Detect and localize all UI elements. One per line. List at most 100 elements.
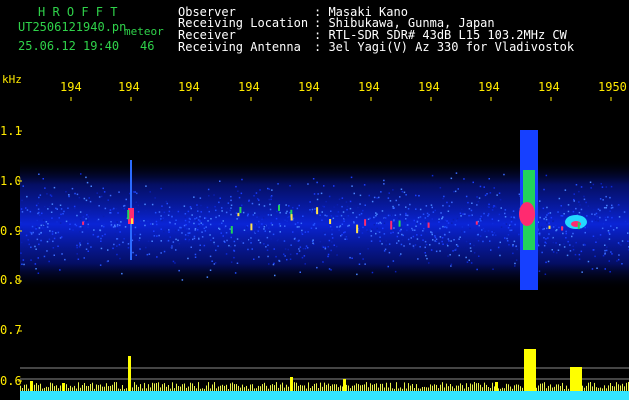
noise-speckle — [90, 246, 92, 248]
intensity-spike — [186, 387, 187, 391]
minor-echo — [250, 223, 253, 231]
noise-speckle — [132, 191, 135, 193]
noise-speckle — [301, 233, 304, 235]
noise-speckle — [548, 233, 550, 235]
noise-speckle — [246, 226, 248, 228]
intensity-spike — [494, 386, 495, 391]
intensity-spike — [390, 382, 391, 391]
noise-speckle — [93, 229, 95, 231]
noise-speckle — [358, 214, 361, 216]
noise-speckle — [599, 234, 602, 236]
noise-speckle — [228, 244, 230, 247]
noise-speckle — [612, 229, 615, 231]
intensity-spike — [480, 384, 481, 391]
noise-speckle — [323, 205, 325, 208]
intensity-spike — [286, 384, 287, 391]
noise-speckle — [330, 269, 332, 271]
intensity-spike — [280, 384, 281, 391]
noise-speckle — [287, 216, 289, 219]
intensity-spike — [486, 384, 487, 391]
noise-speckle — [510, 216, 513, 218]
noise-speckle — [98, 205, 100, 207]
noise-speckle — [196, 232, 199, 234]
noise-speckle — [333, 206, 335, 208]
intensity-spike — [132, 387, 133, 391]
noise-speckle — [112, 208, 114, 211]
noise-speckle — [311, 208, 314, 211]
noise-speckle — [431, 218, 433, 220]
noise-speckle — [65, 191, 67, 193]
intensity-spike — [24, 384, 25, 391]
intensity-spike — [264, 382, 265, 391]
noise-speckle — [405, 206, 407, 208]
noise-speckle — [425, 232, 427, 234]
noise-speckle — [611, 204, 613, 207]
intensity-spike — [522, 387, 523, 391]
noise-speckle — [96, 236, 99, 238]
noise-speckle — [416, 220, 419, 223]
noise-speckle — [412, 229, 414, 231]
noise-speckle — [49, 230, 51, 232]
noise-speckle — [193, 222, 195, 225]
intensity-spikes — [20, 349, 629, 391]
noise-speckle — [438, 218, 440, 220]
intensity-spike — [566, 385, 567, 391]
noise-speckle — [251, 248, 253, 250]
noise-speckle — [183, 205, 186, 207]
noise-speckle — [110, 223, 113, 226]
noise-speckle — [225, 232, 228, 234]
noise-speckle — [26, 209, 29, 211]
noise-speckle — [312, 242, 314, 244]
intensity-spike — [438, 388, 439, 391]
noise-speckle — [240, 192, 243, 195]
intensity-spike — [252, 384, 253, 391]
noise-speckle — [344, 217, 346, 219]
noise-speckle — [327, 246, 329, 248]
noise-speckle — [421, 223, 423, 225]
intensity-spike — [104, 386, 105, 391]
noise-speckle — [552, 220, 555, 222]
noise-speckle — [259, 223, 261, 225]
intensity-spike — [624, 386, 625, 391]
intensity-spike — [296, 382, 297, 391]
noise-speckle — [448, 231, 451, 233]
noise-speckle — [120, 207, 123, 209]
noise-speckle — [363, 184, 366, 186]
noise-speckle — [354, 228, 356, 230]
noise-speckle — [451, 222, 453, 224]
intensity-spike — [316, 383, 317, 391]
noise-speckle — [171, 210, 174, 212]
noise-speckle — [182, 228, 184, 230]
noise-speckle — [51, 236, 53, 239]
noise-speckle — [358, 229, 360, 232]
noise-speckle — [341, 205, 343, 208]
noise-speckle — [458, 254, 460, 257]
noise-speckle — [114, 233, 117, 235]
intensity-spike — [548, 385, 549, 391]
noise-speckle — [218, 215, 220, 217]
noise-speckle — [57, 245, 59, 247]
noise-speckle — [65, 220, 68, 223]
noise-speckle — [208, 195, 210, 197]
noise-speckle — [319, 240, 322, 243]
intensity-spike — [228, 389, 229, 391]
noise-speckle — [541, 226, 543, 229]
noise-speckle — [366, 229, 368, 231]
noise-speckle — [493, 232, 496, 234]
noise-speckle — [55, 207, 57, 210]
noise-speckle — [371, 200, 374, 203]
noise-speckle — [35, 226, 38, 228]
intensity-spike — [208, 382, 209, 391]
noise-speckle — [476, 204, 478, 206]
noise-speckle — [451, 201, 453, 204]
noise-speckle — [188, 217, 191, 220]
noise-speckle — [551, 249, 553, 251]
noise-speckle — [435, 238, 438, 240]
noise-speckle — [79, 211, 82, 213]
noise-speckle — [595, 241, 597, 243]
noise-speckle — [455, 244, 458, 246]
intensity-spike — [590, 382, 591, 391]
noise-speckle — [266, 249, 269, 251]
noise-speckle — [399, 196, 401, 198]
noise-speckle — [55, 232, 57, 234]
